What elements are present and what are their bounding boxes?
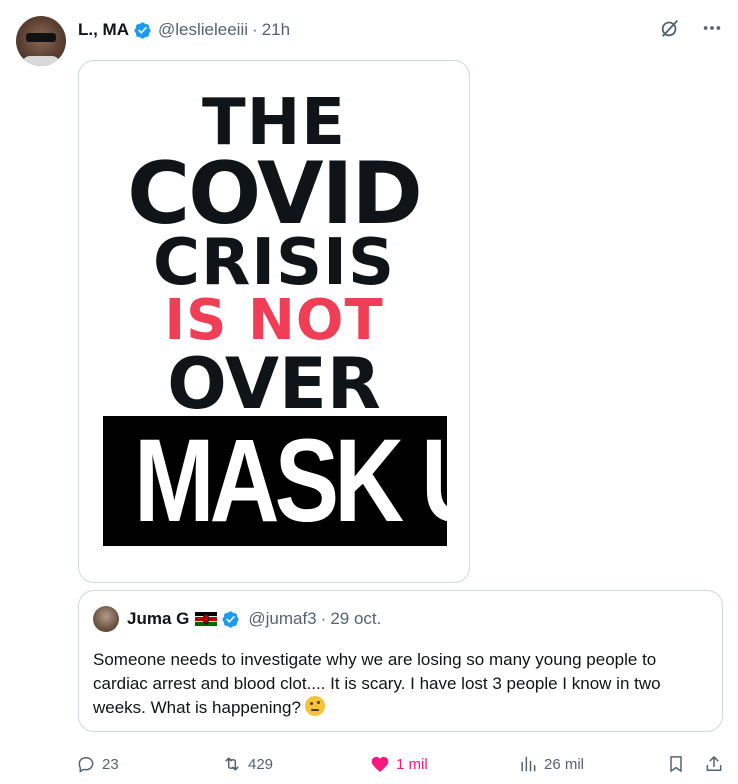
quoted-post-header: Juma G @jumaf3 · 29 oct. (93, 606, 382, 632)
bookmark-icon (670, 756, 682, 772)
share-button[interactable] (704, 750, 724, 778)
thinking-face-emoji-icon (304, 696, 325, 716)
poster-line-crisis: CRISIS (152, 226, 396, 300)
quoted-post[interactable]: Juma G @jumaf3 · 29 oct. Someone needs t… (78, 590, 723, 732)
reply-count: 23 (102, 755, 119, 773)
quoted-separator-dot: · (320, 609, 327, 628)
avatar-shirt (22, 56, 60, 66)
quoted-author-handle: @jumaf3 (248, 609, 317, 628)
more-options-icon[interactable] (700, 16, 724, 40)
poster-line-is-not: IS NOT (164, 288, 384, 353)
post-top-controls (658, 16, 724, 40)
like-count: 1 mil (396, 755, 428, 773)
repost-icon (225, 757, 239, 771)
post-action-bar: 23 429 1 mil 26 mil (76, 750, 726, 778)
quoted-author-avatar (93, 606, 119, 632)
views-chart-icon (521, 756, 536, 772)
quoted-post-date: 29 oct. (330, 609, 382, 628)
like-button[interactable]: 1 mil (370, 750, 428, 778)
repost-button[interactable]: 429 (222, 750, 273, 778)
quoted-post-text: Someone needs to investigate why we are … (93, 648, 708, 720)
mask-up-banner: MASK UP (103, 415, 469, 547)
post-header: L., MA @leslieleeiii · 21h (78, 18, 290, 42)
separator-dot: · (252, 20, 258, 39)
post-image[interactable]: THE COVID CRISIS IS NOT OVER MASK UP (78, 60, 470, 583)
post-time[interactable]: 21h (262, 20, 290, 40)
verified-badge-icon (134, 21, 151, 39)
covid-poster: THE COVID CRISIS IS NOT OVER MASK UP (79, 61, 469, 582)
reply-button[interactable]: 23 (76, 750, 119, 778)
quoted-post-body: Someone needs to investigate why we are … (93, 650, 661, 717)
views-button[interactable]: 26 mil (518, 750, 584, 778)
author-avatar[interactable] (16, 16, 66, 66)
poster-line-mask-up: MASK UP (133, 415, 469, 547)
kenya-flag-icon (195, 612, 218, 626)
poster-line-over: OVER (167, 343, 381, 425)
bookmark-button[interactable] (666, 750, 686, 778)
heart-filled-icon (371, 756, 389, 772)
quoted-verified-badge-icon (222, 610, 239, 628)
reply-icon (78, 757, 94, 773)
sunglasses (26, 33, 56, 42)
repost-count: 429 (248, 755, 274, 773)
author-name[interactable]: L., MA (78, 20, 129, 40)
poster-line-covid: COVID (127, 144, 423, 244)
share-icon (706, 756, 722, 771)
grok-icon[interactable] (658, 16, 682, 40)
author-handle[interactable]: @leslieleeiii (158, 20, 248, 40)
quoted-author-name: Juma G (127, 609, 190, 628)
views-count: 26 mil (544, 755, 585, 773)
